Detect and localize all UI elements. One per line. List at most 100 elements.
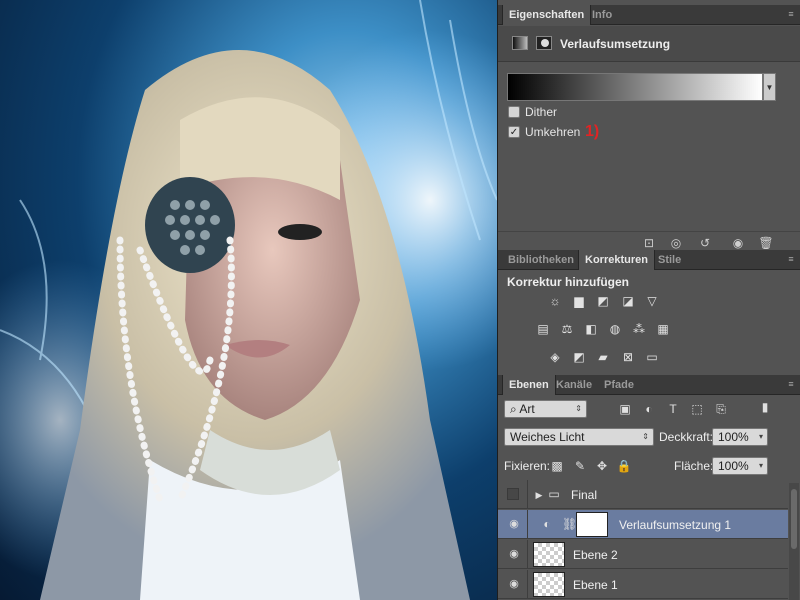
layer-thumbnail <box>533 572 565 597</box>
tab-eigenschaften[interactable]: Eigenschaften <box>502 5 592 25</box>
layers-tabbar: Ebenen Kanäle Pfade ≡ <box>498 375 800 395</box>
gradient-map-adj-icon[interactable]: ▭ <box>643 350 661 364</box>
hue-saturation-icon[interactable]: ▤ <box>534 322 552 336</box>
layer-name: Ebene 2 <box>573 548 618 562</box>
corrections-tabbar: Bibliotheken Korrekturen Stile ≡ <box>498 250 800 270</box>
levels-icon[interactable]: ▆ <box>570 294 588 308</box>
exposure-icon[interactable]: ◪ <box>619 294 637 308</box>
lock-transparency-icon[interactable]: ▩ <box>549 459 565 473</box>
eye-icon[interactable]: ◉ <box>507 518 521 530</box>
filter-smartobject-icon[interactable]: ⎘ <box>713 402 729 416</box>
divider <box>527 540 528 569</box>
visibility-eye-icon[interactable]: ◉ <box>730 236 746 250</box>
mask-icon[interactable] <box>536 36 552 50</box>
layer-row-final[interactable]: ▶ ▭ Final <box>498 480 788 509</box>
eye-icon[interactable]: ◉ <box>507 548 521 560</box>
tab-korrekturen[interactable]: Korrekturen <box>578 250 655 270</box>
curves-icon[interactable]: ◩ <box>594 294 612 308</box>
fill-value: 100% <box>718 459 749 473</box>
search-icon: ⌕ <box>510 402 520 416</box>
tab-stile[interactable]: Stile <box>652 250 687 270</box>
properties-header: Verlaufsumsetzung <box>498 26 800 62</box>
opacity-label: Deckkraft: <box>659 430 714 444</box>
lock-all-icon[interactable]: 🔒 <box>616 459 632 473</box>
lock-position-icon[interactable]: ✥ <box>594 459 610 473</box>
fill-input[interactable]: 100% ▾ <box>712 457 768 475</box>
canvas-artwork <box>0 0 497 600</box>
gradient-preview[interactable] <box>507 73 763 101</box>
updown-icon: ⇕ <box>642 432 649 441</box>
posterize-icon[interactable]: ◩ <box>570 350 588 364</box>
link-icon[interactable]: ⛓ <box>562 517 577 531</box>
layer-mask-thumbnail[interactable] <box>576 512 608 537</box>
reset-icon[interactable]: ↺ <box>697 236 713 250</box>
panel-menu-icon[interactable]: ≡ <box>785 378 797 390</box>
reverse-label: Umkehren <box>525 125 581 139</box>
tab-ebenen[interactable]: Ebenen <box>502 375 556 395</box>
properties-title: Verlaufsumsetzung <box>560 37 671 51</box>
color-balance-icon[interactable]: ⚖ <box>558 322 576 336</box>
document-canvas[interactable] <box>0 0 497 600</box>
layer-thumbnail <box>533 542 565 567</box>
lock-label: Fixieren: <box>504 459 551 473</box>
panel-menu-icon[interactable]: ≡ <box>785 8 797 20</box>
filter-type-icon[interactable]: T <box>665 402 681 416</box>
tab-info[interactable]: Info <box>586 5 618 25</box>
layer-filter-select[interactable]: ⌕ Art ⇕ <box>504 400 587 418</box>
dither-label: Dither <box>525 105 558 119</box>
tab-pfade[interactable]: Pfade <box>598 375 640 395</box>
color-lookup-icon[interactable]: ▦ <box>654 322 672 336</box>
corrections-panel: Bibliotheken Korrekturen Stile ≡ Korrekt… <box>498 250 800 374</box>
tab-bibliotheken[interactable]: Bibliotheken <box>502 250 580 270</box>
gradient-map-icon[interactable] <box>512 36 528 50</box>
blend-mode-select[interactable]: Weiches Licht ⇕ <box>504 428 654 446</box>
filter-pixel-icon[interactable]: ▣ <box>617 402 633 416</box>
layer-row-gradient-map[interactable]: ◉ ◐ ⛓ Verlaufsumsetzung 1 <box>498 510 788 539</box>
panel-menu-icon[interactable]: ≡ <box>785 253 797 265</box>
eye-icon[interactable]: ◉ <box>507 578 521 590</box>
filter-shape-icon[interactable]: ⬚ <box>689 402 705 416</box>
lock-pixels-icon[interactable]: ✎ <box>572 459 588 473</box>
opacity-value: 100% <box>718 430 749 444</box>
blend-mode-value: Weiches Licht <box>510 430 585 444</box>
opacity-input[interactable]: 100% ▾ <box>712 428 768 446</box>
brightness-icon[interactable]: ☼ <box>546 294 564 308</box>
view-previous-icon[interactable]: ◎ <box>668 236 684 250</box>
reverse-checkbox[interactable]: ✓ <box>508 126 520 138</box>
adjustment-layer-icon: ◐ <box>543 517 551 531</box>
vibrance-icon[interactable]: ▽ <box>643 294 661 308</box>
photo-filter-icon[interactable]: ◍ <box>606 322 624 336</box>
tab-kanaele[interactable]: Kanäle <box>550 375 598 395</box>
layer-name: Verlaufsumsetzung 1 <box>619 518 732 532</box>
clip-to-layer-icon[interactable]: ⊡ <box>641 236 657 250</box>
layers-panel: Ebenen Kanäle Pfade ≡ ⌕ Art ⇕ ▣ ◐ T ⬚ ⎘ ▮… <box>498 375 800 600</box>
divider <box>527 570 528 599</box>
layer-row-ebene-1[interactable]: ◉ Ebene 1 <box>498 570 788 599</box>
corrections-title: Korrektur hinzufügen <box>507 275 629 289</box>
layers-scrollbar[interactable] <box>789 483 799 600</box>
invert-icon[interactable]: ◈ <box>546 350 564 364</box>
threshold-icon[interactable]: ▰ <box>594 350 612 364</box>
trash-icon[interactable]: 🗑 <box>758 236 774 250</box>
dither-checkbox[interactable] <box>508 106 520 118</box>
layer-name: Ebene 1 <box>573 578 618 592</box>
folder-icon: ▭ <box>548 487 560 501</box>
layer-filter-value: Art <box>519 402 535 416</box>
gradient-dropdown-icon[interactable]: ▼ <box>763 73 776 101</box>
filter-adjustment-icon[interactable]: ◐ <box>641 402 657 416</box>
filter-toggle-icon[interactable]: ▮ <box>757 400 773 418</box>
properties-tabbar: Eigenschaften Info ≡ <box>498 5 800 25</box>
expand-triangle-icon[interactable]: ▶ <box>531 488 547 502</box>
visibility-toggle[interactable] <box>507 488 519 500</box>
divider <box>527 480 528 509</box>
layer-row-ebene-2[interactable]: ◉ Ebene 2 <box>498 540 788 569</box>
properties-panel: Eigenschaften Info ≡ Verlaufsumsetzung ▼… <box>498 5 800 253</box>
layer-name: Final <box>571 488 598 502</box>
selective-color-icon[interactable]: ⊠ <box>619 350 637 364</box>
panels-dock: Eigenschaften Info ≡ Verlaufsumsetzung ▼… <box>497 0 800 600</box>
channel-mixer-icon[interactable]: ⁂ <box>630 322 648 336</box>
chevron-down-icon: ▾ <box>758 461 763 470</box>
updown-icon: ⇕ <box>575 404 582 413</box>
black-white-icon[interactable]: ◧ <box>582 322 600 336</box>
annotation-marker: 1) <box>585 123 600 140</box>
